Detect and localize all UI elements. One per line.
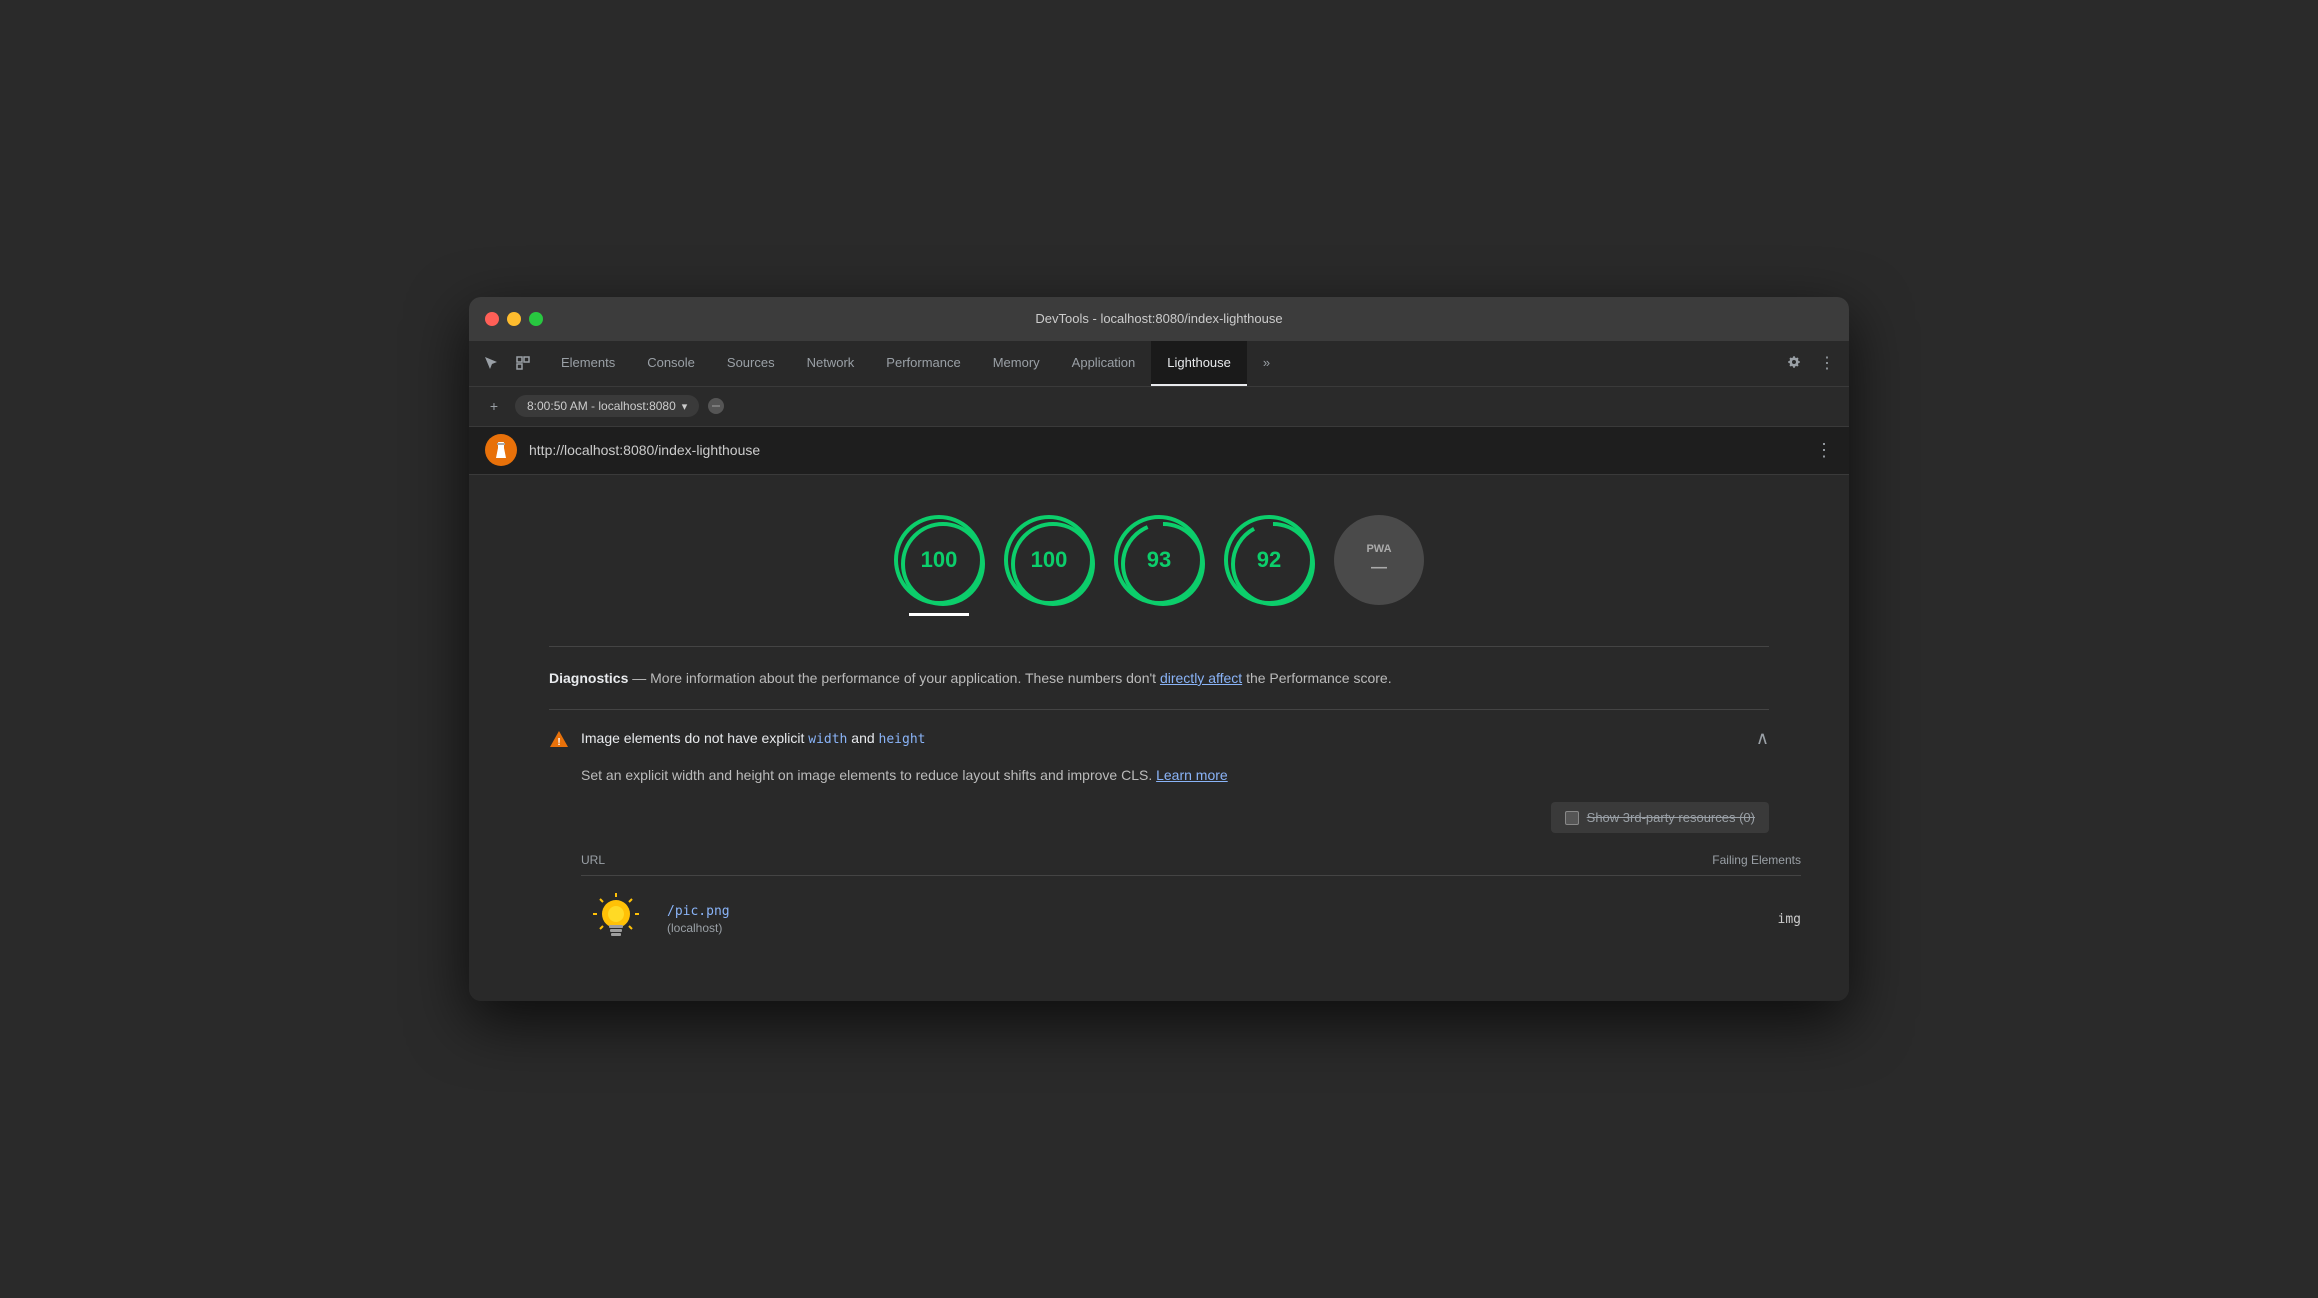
lighthouse-favicon — [485, 434, 517, 466]
titlebar: DevTools - localhost:8080/index-lighthou… — [469, 297, 1849, 341]
score-value-1: 100 — [921, 547, 958, 573]
tabs-list: Elements Console Sources Network Perform… — [545, 341, 1781, 386]
pwa-label: PWA — [1366, 543, 1391, 555]
score-circles: 100 100 — [469, 495, 1849, 646]
kebab-menu-icon[interactable]: ⋮ — [1813, 349, 1841, 377]
table-header: URL Failing Elements — [581, 845, 1801, 876]
tab-memory[interactable]: Memory — [977, 341, 1056, 386]
url-pill-text: 8:00:50 AM - localhost:8080 — [527, 399, 676, 413]
score-best-practices: 93 — [1114, 515, 1204, 605]
audit-header: ! Image elements do not have explicit wi… — [549, 728, 1769, 749]
close-button[interactable] — [485, 312, 499, 326]
audit-item: ! Image elements do not have explicit wi… — [549, 709, 1769, 981]
tab-more[interactable]: » — [1247, 341, 1286, 386]
third-party-box: Show 3rd-party resources (0) — [1551, 802, 1769, 833]
chevron-up-icon[interactable]: ∧ — [1756, 728, 1769, 749]
third-party-label: Show 3rd-party resources (0) — [1587, 810, 1755, 825]
add-tab-button[interactable]: + — [481, 393, 507, 419]
resource-url[interactable]: /pic.png — [667, 904, 1601, 919]
url-bar: http://localhost:8080/index-lighthouse ⋮ — [469, 427, 1849, 475]
diagnostics-label: Diagnostics — [549, 670, 628, 686]
dropdown-arrow-icon: ▾ — [682, 400, 688, 413]
score-performance: 100 — [894, 515, 984, 605]
minimize-button[interactable] — [507, 312, 521, 326]
table-row: /pic.png (localhost) img — [581, 876, 1801, 963]
fail-cell: img — [1601, 912, 1801, 927]
score-pwa: PWA — — [1334, 515, 1424, 605]
col-fail-header: Failing Elements — [1601, 853, 1801, 867]
traffic-lights — [485, 312, 543, 326]
failing-element: img — [1778, 912, 1801, 927]
url-cell: /pic.png (localhost) — [667, 904, 1601, 935]
diagnostics-text2: the Performance score. — [1242, 670, 1391, 686]
stop-icon[interactable] — [707, 397, 725, 415]
tab-network[interactable]: Network — [791, 341, 871, 386]
third-party-checkbox[interactable] — [1565, 811, 1579, 825]
thumbnail-cell — [581, 892, 651, 947]
svg-text:!: ! — [557, 737, 560, 748]
audit-title-code-width: width — [808, 732, 847, 747]
score-accessibility: 100 — [1004, 515, 1094, 605]
tab-performance[interactable]: Performance — [870, 341, 976, 386]
toolbar: + 8:00:50 AM - localhost:8080 ▾ — [469, 387, 1849, 427]
settings-icon[interactable] — [1781, 349, 1809, 377]
url-menu-icon[interactable]: ⋮ — [1815, 440, 1833, 461]
tab-sources[interactable]: Sources — [711, 341, 791, 386]
third-party-row: Show 3rd-party resources (0) — [549, 802, 1769, 833]
resource-host: (localhost) — [667, 921, 1601, 935]
tab-console[interactable]: Console — [631, 341, 711, 386]
learn-more-link[interactable]: Learn more — [1156, 767, 1228, 783]
diagnostics-text1: — More information about the performance… — [628, 670, 1160, 686]
audit-title: Image elements do not have explicit widt… — [581, 730, 1744, 747]
tabs-right-icons: ⋮ — [1781, 349, 1841, 377]
zoom-button[interactable] — [529, 312, 543, 326]
score-seo: 92 — [1224, 515, 1314, 605]
tab-elements[interactable]: Elements — [545, 341, 631, 386]
diagnostics-section: Diagnostics — More information about the… — [469, 646, 1849, 981]
score-value-2: 100 — [1031, 547, 1068, 573]
cursor-icon[interactable] — [477, 349, 505, 377]
audit-table: URL Failing Elements — [581, 845, 1801, 963]
main-content: 100 100 — [469, 475, 1849, 1001]
page-url: http://localhost:8080/index-lighthouse — [529, 442, 1815, 458]
directly-affect-link[interactable]: directly affect — [1160, 670, 1242, 686]
diagnostics-text: Diagnostics — More information about the… — [549, 646, 1769, 709]
tab-lighthouse[interactable]: Lighthouse — [1151, 341, 1247, 386]
devtools-left-icons — [477, 349, 537, 377]
score-value-4: 92 — [1257, 547, 1281, 573]
col-url-header: URL — [581, 853, 1601, 867]
warning-icon: ! — [549, 729, 569, 749]
audit-description: Set an explicit width and height on imag… — [581, 765, 1769, 786]
audit-title-code-height: height — [879, 732, 926, 747]
score-value-3: 93 — [1147, 547, 1171, 573]
tab-application[interactable]: Application — [1056, 341, 1152, 386]
url-pill[interactable]: 8:00:50 AM - localhost:8080 ▾ — [515, 395, 699, 417]
pwa-dash: — — [1371, 559, 1387, 577]
layers-icon[interactable] — [509, 349, 537, 377]
devtools-tabs: Elements Console Sources Network Perform… — [469, 341, 1849, 387]
window-title: DevTools - localhost:8080/index-lighthou… — [485, 311, 1833, 326]
lightbulb-thumbnail — [589, 892, 644, 947]
